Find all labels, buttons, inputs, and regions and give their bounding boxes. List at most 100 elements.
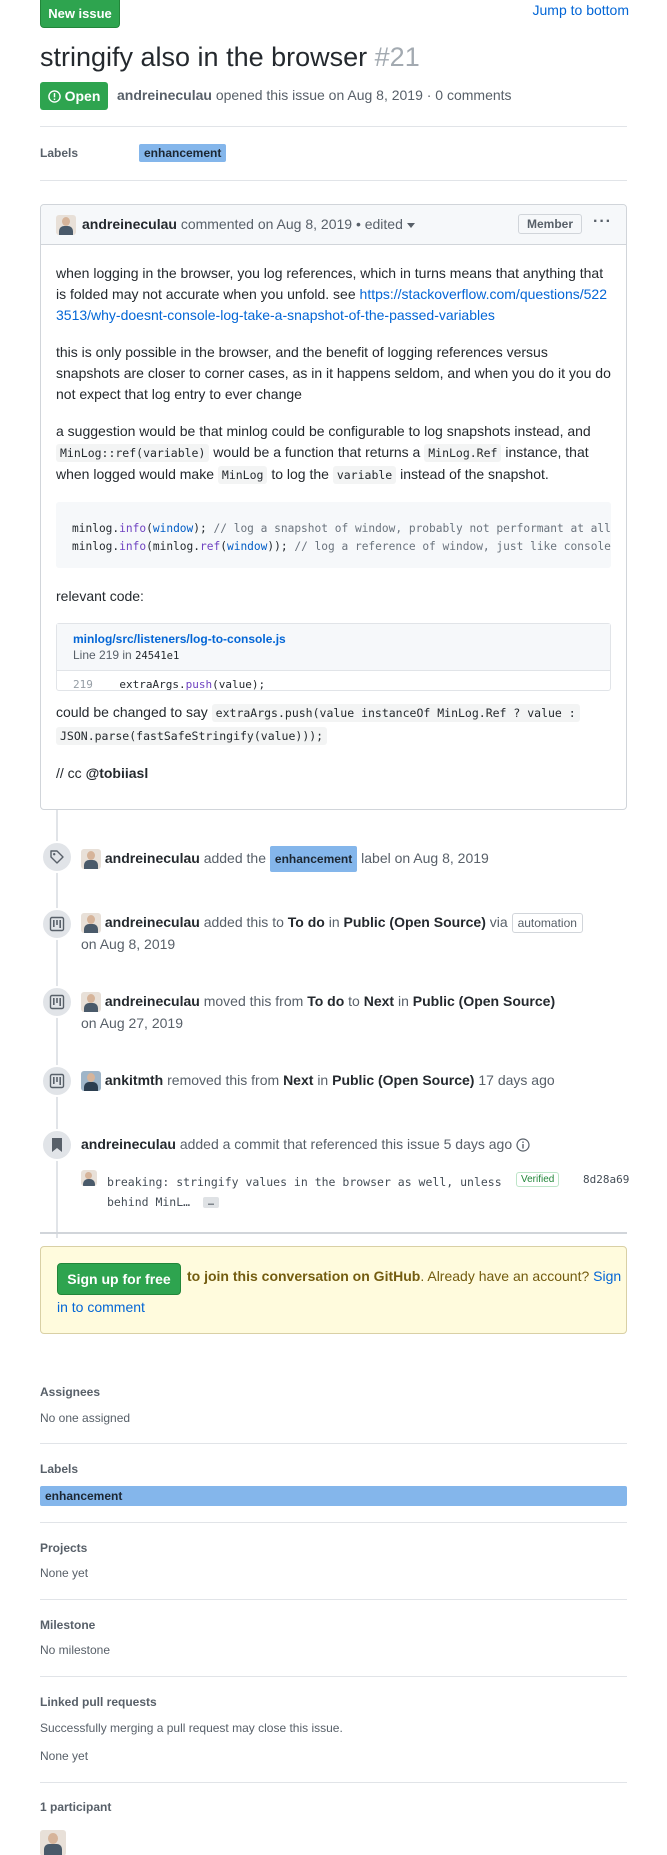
inline-code: extraArgs.push(value instanceOf MinLog.R… — [211, 704, 580, 722]
avatar[interactable] — [56, 215, 76, 235]
inline-code: MinLog — [217, 466, 268, 484]
code-block[interactable]: minlog.info(window); // log a snapshot o… — [56, 502, 611, 568]
issue-number: #21 — [374, 42, 420, 72]
kebab-horizontal-icon[interactable]: ··· — [593, 213, 612, 231]
timeline-event: andreineculau moved this from To do to N… — [81, 992, 556, 1032]
comment-text: instead of the snapshot. — [400, 466, 549, 482]
avatar[interactable] — [81, 1170, 97, 1186]
linked-prs-description: Successfully merging a pull request may … — [40, 1721, 343, 1735]
permalink-header: minlog/src/listeners/log-to-console.js L… — [57, 624, 610, 671]
linked-prs-value: None yet — [40, 1749, 89, 1763]
assignees-heading[interactable]: Assignees — [40, 1385, 100, 1399]
tag-icon — [50, 850, 64, 864]
project-icon — [49, 1073, 65, 1089]
issue-meta: andreineculau opened this issue on Aug 8… — [117, 87, 512, 103]
labels-heading[interactable]: Labels — [40, 1462, 78, 1476]
timeline-badge — [41, 1129, 73, 1161]
comment-edited-dropdown[interactable]: • edited — [356, 216, 403, 232]
comment-text: to log the — [271, 466, 329, 482]
divider — [40, 126, 627, 127]
sidebar-label[interactable]: enhancement — [40, 1486, 627, 1506]
comment-body: when logging in the browser, you log ref… — [56, 263, 611, 800]
project-column: Next — [283, 1072, 314, 1088]
jump-to-bottom-link[interactable]: Jump to bottom — [533, 2, 630, 18]
avatar[interactable] — [81, 849, 101, 870]
comment-paragraph: a suggestion would be that minlog could … — [56, 421, 611, 486]
project-column: Next — [363, 993, 395, 1009]
timeline-badge — [41, 1065, 73, 1097]
project-link[interactable]: Public (Open Source) — [413, 993, 555, 1009]
milestone-value: No milestone — [40, 1643, 111, 1657]
divider — [40, 1782, 627, 1783]
event-actor-link[interactable]: andreineculau — [81, 1136, 176, 1152]
commit-expand-button[interactable]: … — [203, 1197, 220, 1208]
event-date: label on Aug 8, 2019 — [361, 850, 489, 866]
comment-paragraph: this is only possible in the browser, an… — [56, 344, 611, 402]
comment-paragraph: could be changed to say extraArgs.push(v… — [56, 701, 611, 747]
avatar[interactable] — [81, 913, 101, 934]
issue-state-badge: Open — [40, 82, 108, 110]
permalink-file-link[interactable]: minlog/src/listeners/log-to-console.js — [73, 632, 594, 647]
projects-heading[interactable]: Projects — [40, 1541, 87, 1555]
participant-avatar[interactable] — [40, 1830, 66, 1855]
event-actor-link[interactable]: andreineculau — [105, 850, 200, 866]
milestone-heading[interactable]: Milestone — [40, 1618, 95, 1632]
info-icon[interactable] — [516, 1138, 530, 1152]
event-actor-link[interactable]: andreineculau — [105, 914, 200, 930]
new-issue-button[interactable]: New issue — [40, 0, 120, 28]
event-label[interactable]: enhancement — [269, 846, 358, 872]
linked-prs-heading[interactable]: Linked pull requests — [40, 1695, 157, 1709]
timeline-badge — [41, 986, 73, 1018]
commit-sha-link[interactable]: 8d28a69 — [583, 1173, 629, 1186]
sign-in-link[interactable]: Sign — [593, 1268, 621, 1284]
comment-paragraph: relevant code: — [56, 588, 144, 604]
commit-message[interactable]: breaking: stringify values in the browse… — [107, 1172, 502, 1212]
sign-in-link-continued[interactable]: in to comment — [57, 1299, 145, 1315]
sign-up-button[interactable]: Sign up for free — [57, 1263, 181, 1295]
signup-prompt: Sign up for free to join this conversati… — [40, 1246, 627, 1334]
permalink-line-text: Line 219 in — [73, 648, 132, 662]
mention-link[interactable]: @tobiiasl — [86, 765, 149, 781]
code-permalink: minlog/src/listeners/log-to-console.js L… — [56, 623, 611, 691]
comment-date[interactable]: commented on Aug 8, 2019 — [181, 216, 352, 232]
labels-row-heading: Labels — [40, 146, 79, 160]
participants-heading: 1 participant — [40, 1800, 112, 1814]
issue-meta-text: opened this issue on Aug 8, 2019 · 0 com… — [215, 87, 512, 103]
code-line: minlog.info(minlog.ref(window)); // log … — [72, 540, 611, 553]
event-actor-link[interactable]: andreineculau — [105, 993, 200, 1009]
event-date: 5 days ago — [443, 1136, 513, 1152]
project-icon — [49, 994, 65, 1010]
timeline-badge — [41, 908, 73, 940]
event-date: on Aug 8, 2019 — [81, 936, 176, 953]
event-date: 17 days ago — [478, 1072, 555, 1088]
issue-comment: andreineculau commented on Aug 8, 2019 •… — [40, 204, 627, 810]
avatar[interactable] — [81, 992, 101, 1013]
verified-badge[interactable]: Verified — [516, 1172, 560, 1187]
project-link[interactable]: Public (Open Source) — [332, 1072, 474, 1088]
event-actor-link[interactable]: ankitmth — [105, 1072, 163, 1088]
comment-text: would be a function that returns a — [213, 444, 421, 460]
member-badge: Member — [517, 214, 582, 234]
comment-paragraph: when logging in the browser, you log ref… — [56, 263, 611, 326]
automation-badge: automation — [511, 913, 583, 933]
timeline-event: ankitmth removed this from Next in Publi… — [81, 1069, 555, 1092]
avatar[interactable] — [81, 1071, 101, 1092]
comment-author-link[interactable]: andreineculau — [82, 216, 177, 232]
issue-title: stringify also in the browser #21 — [40, 42, 420, 73]
timeline-event: andreineculau added the enhancement labe… — [81, 846, 489, 872]
issue-title-text: stringify also in the browser — [40, 42, 368, 72]
timeline-line — [56, 810, 58, 1238]
labels-row-label[interactable]: enhancement — [139, 144, 227, 162]
comment-paragraph: // cc @tobiiasl — [56, 763, 611, 784]
timeline-event: andreineculau added a commit that refere… — [81, 1133, 530, 1155]
issue-state-text: Open — [64, 88, 101, 104]
timeline-badge — [41, 841, 73, 873]
permalink-sha[interactable]: 24541e1 — [135, 650, 179, 662]
timeline-event: andreineculau added this to To do in Pub… — [81, 911, 621, 955]
issue-author-link[interactable]: andreineculau — [117, 87, 212, 103]
inline-code: JSON.parse(fastSafeStringify(value))); — [56, 727, 328, 745]
inline-code: variable — [332, 466, 397, 484]
project-link[interactable]: Public (Open Source) — [344, 914, 486, 930]
divider — [40, 1522, 627, 1523]
comment-text: could be changed to say — [56, 704, 208, 720]
